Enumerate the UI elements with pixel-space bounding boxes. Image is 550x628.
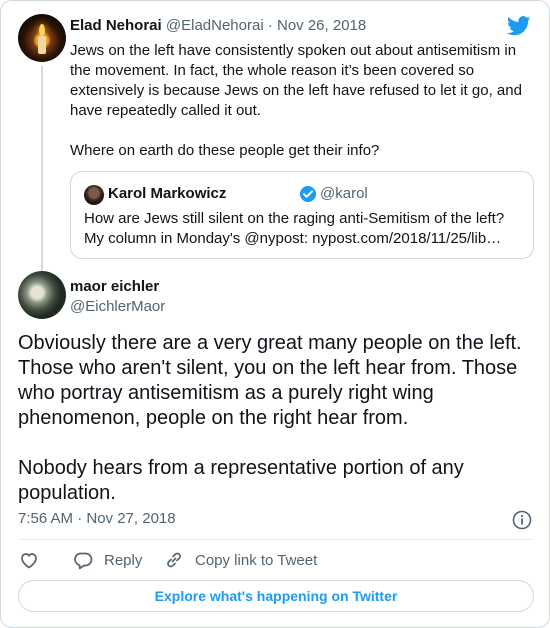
author-name[interactable]: maor eichler [70,278,159,295]
embedded-tweet-card: Elad Nehorai @EladNehorai · Nov 26, 2018… [0,0,550,628]
parent-tweet-text: Jews on the left have consistently spoke… [70,42,522,159]
explore-twitter-button[interactable]: Explore what's happening on Twitter [18,580,534,612]
avatar[interactable] [18,271,66,319]
quoted-tweet-text: How are Jews still silent on the raging … [84,209,524,249]
quoted-author-name: Karol Markowicz [108,185,227,202]
info-icon[interactable] [511,509,533,531]
parent-tweet-header: Elad Nehorai @EladNehorai · Nov 26, 2018 [70,17,366,34]
twitter-bird-icon[interactable] [507,16,531,36]
quoted-tweet[interactable]: Karol Markowicz @karol How are Jews stil… [70,171,534,259]
candle-flame [39,24,45,36]
divider [18,539,534,540]
copy-link-button[interactable]: Copy link to Tweet [163,549,317,571]
main-tweet-text: Obviously there are a very great many pe… [18,332,522,504]
author-handle[interactable]: @EichlerMaor [70,298,165,315]
reply-icon [74,552,93,570]
tweet-date[interactable]: Nov 26, 2018 [277,17,366,34]
verified-badge-icon [300,186,316,202]
quoted-text-line-1: How are Jews still silent on the raging … [84,210,505,227]
author-handle[interactable]: @EladNehorai [166,17,264,34]
author-name[interactable]: Elad Nehorai [70,17,162,34]
reply-label: Reply [104,551,143,569]
tweet-timestamp[interactable]: 7:56 AM · Nov 27, 2018 [18,510,176,527]
copy-link-label: Copy link to Tweet [195,551,318,569]
heart-icon [21,553,37,569]
quoted-text-line-2: My column in Monday's @nypost: nypost.co… [84,230,502,247]
link-icon [167,552,181,568]
quoted-avatar [84,185,104,205]
thread-connector-line [41,66,43,271]
avatar[interactable] [18,14,66,62]
reply-button[interactable]: Reply [72,549,142,571]
candle [38,36,46,54]
quoted-author-handle: @karol [320,185,368,202]
like-button[interactable] [18,549,40,571]
meta-separator: · [263,17,277,34]
